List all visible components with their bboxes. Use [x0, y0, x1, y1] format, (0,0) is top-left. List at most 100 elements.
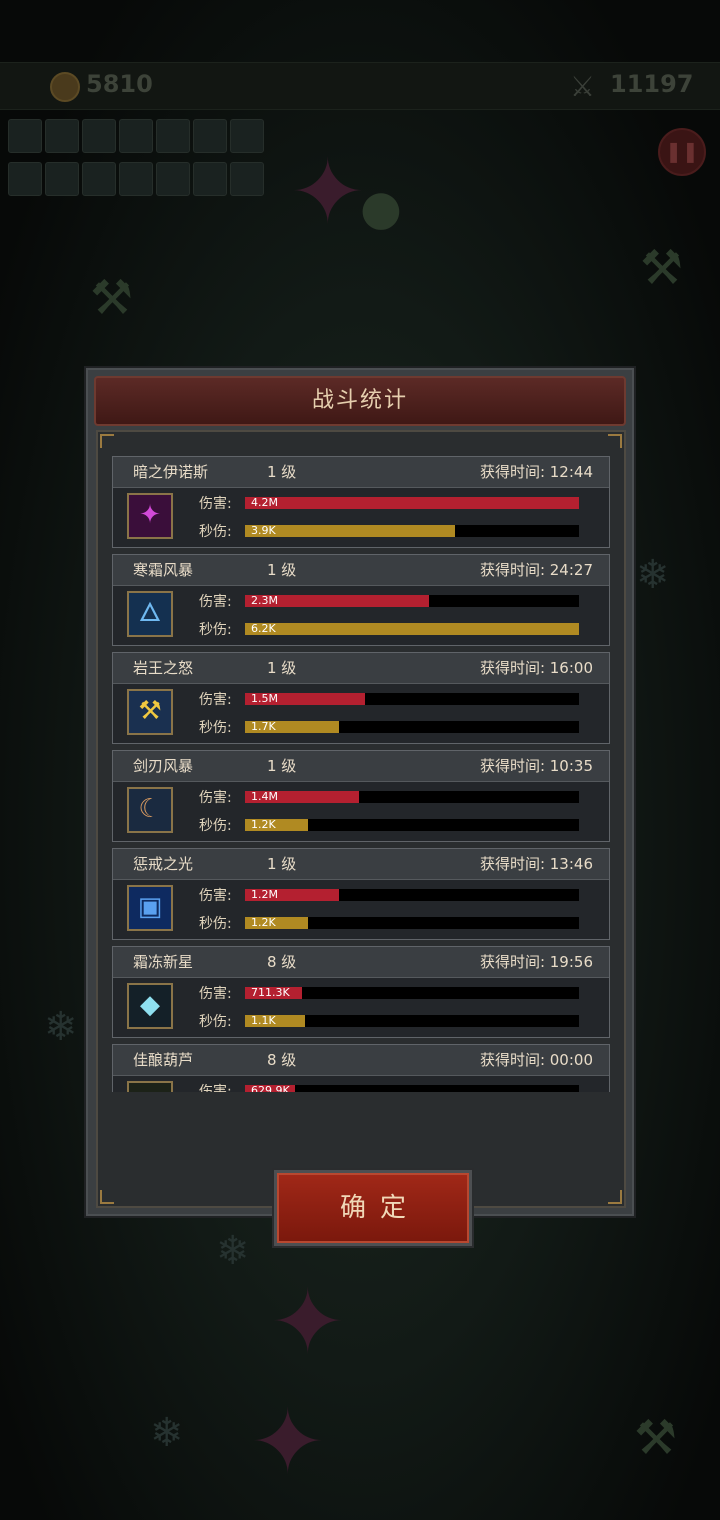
damage-label: 伤害:	[199, 986, 232, 1002]
damage-value: 4.2M	[251, 496, 278, 509]
skill-slot	[230, 162, 264, 196]
skill-slot	[82, 119, 116, 153]
skill-level: 1 级	[267, 855, 297, 873]
dialog-title: 战斗统计	[311, 388, 408, 413]
hammer-projectile-icon: ⚒	[640, 240, 684, 296]
damage-label: 伤害:	[199, 692, 232, 708]
skill-slot	[119, 119, 153, 153]
holy-book-icon: ▣	[127, 885, 173, 931]
damage-bar-fill	[245, 497, 579, 509]
dps-value: 3.9K	[251, 524, 276, 537]
damage-label: 伤害:	[199, 888, 232, 904]
skill-level: 1 级	[267, 659, 297, 677]
skill-stat-row: 岩王之怒 1 级 获得时间: 16:00 ⚒ 伤害: 1.5M 秒伤: 1.7K	[112, 652, 610, 744]
skill-slot	[193, 119, 227, 153]
dps-value: 6.2K	[251, 622, 276, 635]
dps-bar: 6.2K	[245, 622, 579, 635]
damage-bar: 711.3K	[245, 986, 579, 999]
dps-label: 秒伤:	[199, 1014, 232, 1030]
corner-ornament	[608, 1190, 622, 1204]
shuriken-projectile-icon: ✦	[270, 1270, 346, 1375]
shuriken-projectile-icon: ✦	[290, 140, 366, 245]
skill-stat-row: 佳酿葫芦 8 级 获得时间: 00:00 ● 伤害: 629.9K 秒伤:	[112, 1044, 610, 1092]
dps-value: 1.2K	[251, 818, 276, 831]
skill-name: 暗之伊诺斯	[133, 463, 209, 481]
skill-slot	[156, 119, 190, 153]
skill-stat-row: 霜冻新星 8 级 获得时间: 19:56 ◆ 伤害: 711.3K 秒伤: 1.…	[112, 946, 610, 1038]
dps-label: 秒伤:	[199, 818, 232, 834]
damage-value: 1.4M	[251, 790, 278, 803]
skill-stat-row: 寒霜风暴 1 级 获得时间: 24:27 🜂 伤害: 2.3M 秒伤: 6.2K	[112, 554, 610, 646]
dps-label: 秒伤:	[199, 720, 232, 736]
dps-label: 秒伤:	[199, 916, 232, 932]
damage-bar: 4.2M	[245, 496, 579, 509]
damage-value: 1.5M	[251, 692, 278, 705]
acquired-time: 获得时间: 16:00	[479, 659, 593, 677]
dps-bar: 1.7K	[245, 720, 579, 733]
skill-name: 寒霜风暴	[133, 561, 194, 579]
skill-row-header: 霜冻新星 8 级 获得时间: 19:56	[113, 947, 609, 978]
skill-slot	[82, 162, 116, 196]
snowflake-icon: ❄	[44, 1004, 78, 1050]
gourd-projectile-icon: ●	[360, 180, 402, 236]
acquired-time: 获得时间: 00:00	[479, 1051, 593, 1069]
equipped-skills	[8, 118, 298, 204]
dps-bar: 1.2K	[245, 916, 579, 929]
dps-label: 秒伤:	[199, 524, 232, 540]
coin-icon	[50, 72, 80, 102]
hammer-icon: ⚒	[127, 689, 173, 735]
dps-bar: 3.9K	[245, 524, 579, 537]
gold-count: 5810	[86, 70, 153, 98]
skill-row-header: 剑刃风暴 1 级 获得时间: 10:35	[113, 751, 609, 782]
skill-row-header: 寒霜风暴 1 级 获得时间: 24:27	[113, 555, 609, 586]
damage-value: 2.3M	[251, 594, 278, 607]
blade-icon: ☾	[127, 787, 173, 833]
dps-bar-fill	[245, 623, 579, 635]
dps-value: 1.2K	[251, 916, 276, 929]
skill-level: 1 级	[267, 561, 297, 579]
damage-value: 1.2M	[251, 888, 278, 901]
damage-bar: 2.3M	[245, 594, 579, 607]
skill-slot	[45, 162, 79, 196]
skill-slot	[230, 119, 264, 153]
skill-row-header: 岩王之怒 1 级 获得时间: 16:00	[113, 653, 609, 684]
gourd-icon: ●	[127, 1081, 173, 1092]
skill-row-header: 佳酿葫芦 8 级 获得时间: 00:00	[113, 1045, 609, 1076]
skill-slot	[8, 162, 42, 196]
dps-bar: 1.2K	[245, 818, 579, 831]
skill-stat-row: 剑刃风暴 1 级 获得时间: 10:35 ☾ 伤害: 1.4M 秒伤: 1.2K	[112, 750, 610, 842]
damage-bar: 1.2M	[245, 888, 579, 901]
dialog-body: 暗之伊诺斯 1 级 获得时间: 12:44 ✦ 伤害: 4.2M 秒伤: 3.9…	[96, 430, 626, 1246]
confirm-button-label: 确定	[339, 1193, 420, 1223]
skill-stats-list[interactable]: 暗之伊诺斯 1 级 获得时间: 12:44 ✦ 伤害: 4.2M 秒伤: 3.9…	[112, 456, 612, 1092]
skill-level: 8 级	[267, 953, 297, 971]
skill-row-header: 暗之伊诺斯 1 级 获得时间: 12:44	[113, 457, 609, 488]
snowflake-icon: ❄	[636, 552, 670, 598]
corner-ornament	[100, 434, 114, 448]
damage-bar: 1.5M	[245, 692, 579, 705]
shuriken-icon: ✦	[127, 493, 173, 539]
skill-level: 8 级	[267, 1051, 297, 1069]
skill-name: 佳酿葫芦	[133, 1051, 194, 1069]
damage-label: 伤害:	[199, 790, 232, 806]
skill-name: 霜冻新星	[133, 953, 194, 971]
damage-value: 711.3K	[251, 986, 290, 999]
damage-bar: 1.4M	[245, 790, 579, 803]
confirm-button[interactable]: 确定	[274, 1170, 472, 1246]
damage-label: 伤害:	[199, 1084, 232, 1092]
skill-name: 惩戒之光	[133, 855, 194, 873]
damage-bar: 629.9K	[245, 1084, 579, 1092]
acquired-time: 获得时间: 19:56	[479, 953, 593, 971]
snowflake-icon: ❄	[216, 1228, 250, 1274]
dps-value: 1.7K	[251, 720, 276, 733]
crossed-swords-icon: ⚔	[570, 70, 596, 103]
skill-row-header: 惩戒之光 1 级 获得时间: 13:46	[113, 849, 609, 880]
dps-bar-fill	[245, 525, 455, 537]
dialog-header: 战斗统计	[94, 376, 626, 426]
skill-name: 岩王之怒	[133, 659, 194, 677]
axe-projectile-icon: ⚒	[634, 1410, 678, 1466]
kill-count: 11197	[610, 70, 694, 98]
skill-name: 剑刃风暴	[133, 757, 194, 775]
pause-icon[interactable]: ❚❚	[658, 128, 706, 176]
skill-slot	[45, 119, 79, 153]
